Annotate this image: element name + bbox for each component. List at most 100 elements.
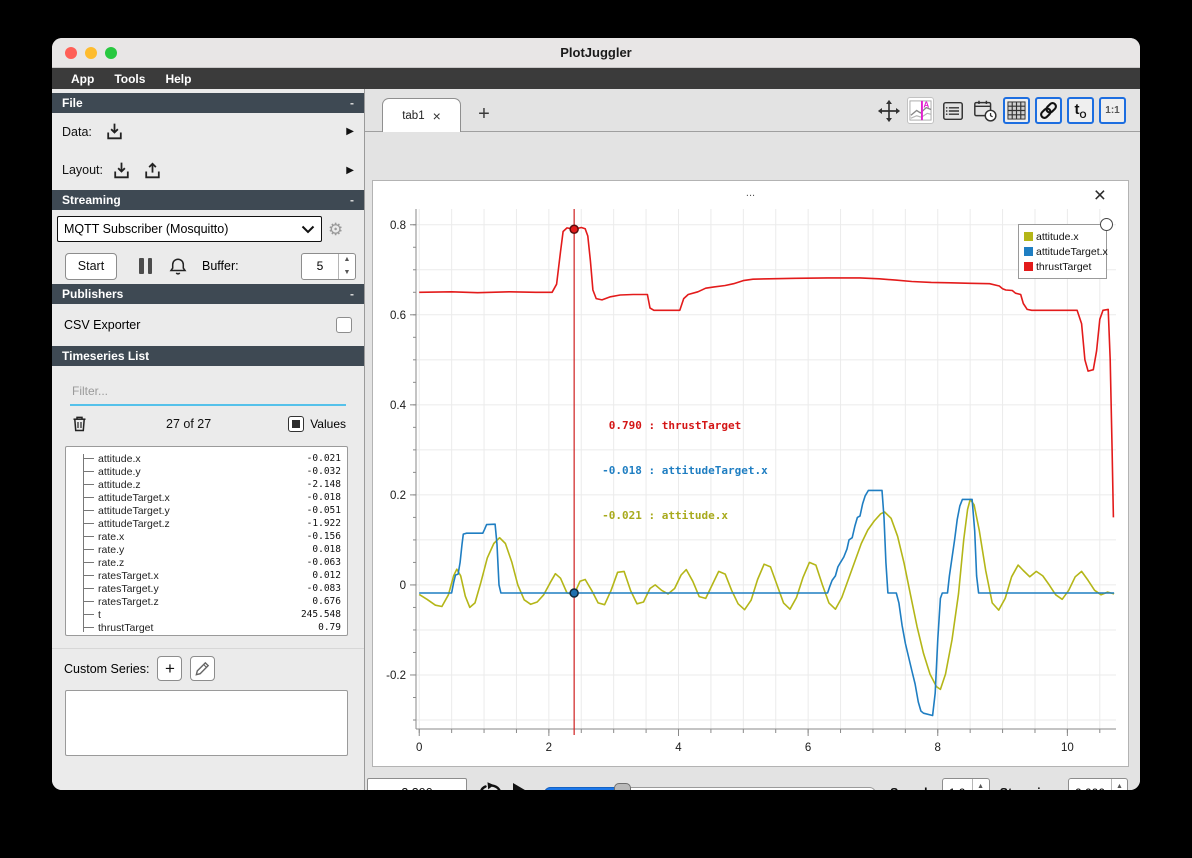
loop-icon[interactable] bbox=[477, 781, 503, 790]
timeseries-row[interactable]: rate.z -0.063 bbox=[74, 556, 341, 569]
link-axes-button[interactable] bbox=[1035, 97, 1062, 124]
timeline-slider[interactable] bbox=[544, 782, 876, 790]
timeseries-name: ratesTarget.x bbox=[98, 569, 159, 582]
timeseries-name: attitudeTarget.x bbox=[98, 491, 170, 504]
time-offset-button[interactable]: tO bbox=[1067, 97, 1094, 124]
layout-menu-arrow-icon[interactable]: ▶ bbox=[346, 165, 354, 176]
filter-input[interactable] bbox=[70, 380, 346, 406]
menu-app[interactable]: App bbox=[62, 70, 103, 88]
buffer-value: 5 bbox=[316, 259, 324, 273]
spin-down-icon[interactable]: ▼ bbox=[339, 266, 355, 279]
custom-series-list[interactable] bbox=[65, 690, 348, 756]
timeseries-name: attitude.x bbox=[98, 452, 141, 465]
y-tick-label: 0.6 bbox=[390, 310, 406, 322]
collapse-icon[interactable]: - bbox=[350, 193, 354, 207]
collapse-icon[interactable]: - bbox=[350, 287, 354, 301]
menu-help[interactable]: Help bbox=[156, 70, 200, 88]
streaming-source-select[interactable]: MQTT Subscriber (Mosquitto) bbox=[57, 216, 322, 242]
timeseries-name: rate.y bbox=[98, 543, 125, 556]
timeseries-section-header[interactable]: Timeseries List bbox=[52, 346, 364, 366]
add-custom-series-button[interactable]: + bbox=[157, 656, 183, 681]
spin-up-icon[interactable]: ▲ bbox=[973, 779, 989, 790]
load-data-icon[interactable] bbox=[104, 121, 125, 142]
data-menu-arrow-icon[interactable]: ▶ bbox=[346, 126, 354, 137]
trash-icon[interactable] bbox=[70, 414, 89, 434]
spin-up-icon[interactable]: ▲ bbox=[1112, 779, 1127, 790]
timeseries-row[interactable]: attitudeTarget.x -0.018 bbox=[74, 491, 341, 504]
timeseries-list[interactable]: attitude.x -0.021 attitude.y -0.032 attitude… bbox=[65, 446, 348, 636]
publishers-section-header[interactable]: Publishers - bbox=[52, 284, 364, 304]
streaming-section-header[interactable]: Streaming - bbox=[52, 190, 364, 210]
notifications-bell-icon[interactable] bbox=[168, 256, 188, 277]
pause-icon[interactable] bbox=[139, 258, 152, 274]
zoom-window-button[interactable] bbox=[105, 47, 117, 59]
legend-item[interactable]: attitude.x bbox=[1024, 229, 1101, 244]
buffer-label: Buffer: bbox=[202, 259, 239, 273]
start-button[interactable]: Start bbox=[65, 252, 117, 280]
speed-spinbox[interactable]: 1.0 ▲▼ bbox=[941, 778, 990, 790]
timeseries-value: 0.018 bbox=[312, 544, 341, 555]
save-layout-icon[interactable] bbox=[142, 160, 163, 181]
csv-exporter-checkbox[interactable] bbox=[336, 317, 352, 333]
minimize-window-button[interactable] bbox=[85, 47, 97, 59]
y-tick-label: 0.4 bbox=[390, 400, 407, 412]
tab-tab1[interactable]: tab1 × bbox=[382, 98, 461, 132]
ratio-button[interactable]: 1:1 bbox=[1099, 97, 1126, 124]
legend-item[interactable]: thrustTarget bbox=[1024, 259, 1101, 274]
load-layout-icon[interactable] bbox=[111, 160, 132, 181]
streaming-controls-row: Start Buffer: 5 ▲ ▼ bbox=[52, 248, 364, 284]
legend[interactable]: attitude.x attitudeTarget.x thrustTarget bbox=[1018, 218, 1113, 279]
app-window: PlotJuggler App Tools Help File - Data: … bbox=[52, 38, 1140, 790]
streaming-source-row: MQTT Subscriber (Mosquitto) ⚙ bbox=[52, 210, 364, 248]
current-time-field[interactable]: 2.390 bbox=[367, 778, 467, 790]
timeseries-row[interactable]: rate.x -0.156 bbox=[74, 530, 341, 543]
legend-label: attitudeTarget.x bbox=[1036, 245, 1108, 258]
spin-up-icon[interactable]: ▲ bbox=[339, 254, 355, 267]
timeseries-row[interactable]: t 245.548 bbox=[74, 608, 341, 621]
streaming-settings-gear-icon[interactable]: ⚙ bbox=[328, 221, 343, 238]
calendar-clock-icon bbox=[973, 100, 997, 122]
slider-handle[interactable] bbox=[613, 782, 631, 790]
edit-custom-series-button[interactable] bbox=[190, 656, 216, 681]
tab-close-icon[interactable]: × bbox=[433, 109, 441, 123]
menu-bar: App Tools Help bbox=[52, 68, 1140, 89]
timeseries-name: rate.z bbox=[98, 556, 125, 569]
timeseries-row[interactable]: attitudeTarget.z -1.922 bbox=[74, 517, 341, 530]
timeseries-row[interactable]: ratesTarget.x 0.012 bbox=[74, 569, 341, 582]
timeseries-row[interactable]: ratesTarget.y -0.083 bbox=[74, 582, 341, 595]
step-size-spinbox[interactable]: 0.000 ▲▼ bbox=[1068, 778, 1128, 790]
menu-tools[interactable]: Tools bbox=[105, 70, 154, 88]
tracker-style-button[interactable]: A bbox=[907, 97, 934, 124]
tracker-line-thrust: 0.790 : thrustTarget bbox=[602, 419, 742, 432]
timeseries-row[interactable]: attitude.z -2.148 bbox=[74, 478, 341, 491]
window-controls bbox=[65, 47, 117, 59]
plot-toolbar: A tO 1:1 bbox=[875, 97, 1126, 124]
timeseries-row[interactable]: thrustTarget 0.79 bbox=[74, 621, 341, 634]
grid-layout-button[interactable] bbox=[1003, 97, 1030, 124]
legend-grip-handle[interactable] bbox=[1100, 218, 1113, 231]
timeseries-row[interactable]: rate.y 0.018 bbox=[74, 543, 341, 556]
timeseries-row[interactable]: attitude.x -0.021 bbox=[74, 452, 341, 465]
add-tab-button[interactable]: + bbox=[471, 101, 497, 127]
timeseries-value: -1.922 bbox=[306, 518, 341, 529]
pan-zoom-button[interactable] bbox=[875, 97, 902, 124]
file-section-header[interactable]: File - bbox=[52, 93, 364, 113]
plot-close-icon[interactable]: × bbox=[1094, 185, 1106, 206]
timeseries-row[interactable]: ratesTarget.z 0.676 bbox=[74, 595, 341, 608]
buffer-spinbox[interactable]: 5 ▲ ▼ bbox=[301, 252, 356, 280]
play-button[interactable] bbox=[513, 783, 530, 790]
values-checkbox[interactable] bbox=[288, 416, 305, 432]
collapse-icon[interactable]: - bbox=[350, 96, 354, 110]
speed-value: 1.0 bbox=[943, 779, 972, 790]
timeseries-value: -0.156 bbox=[306, 531, 341, 542]
timeseries-row[interactable]: attitudeTarget.y -0.051 bbox=[74, 504, 341, 517]
timeseries-row[interactable]: attitude.y -0.032 bbox=[74, 465, 341, 478]
legend-item[interactable]: attitudeTarget.x bbox=[1024, 244, 1108, 259]
close-window-button[interactable] bbox=[65, 47, 77, 59]
legend-swatch bbox=[1024, 262, 1033, 271]
plot-title[interactable]: ... bbox=[373, 187, 1128, 199]
layout-row: Layout: ▶ bbox=[52, 150, 364, 190]
curve-list-button[interactable] bbox=[939, 97, 966, 124]
tracker-chart-icon: A bbox=[909, 100, 932, 121]
datetime-button[interactable] bbox=[971, 97, 998, 124]
